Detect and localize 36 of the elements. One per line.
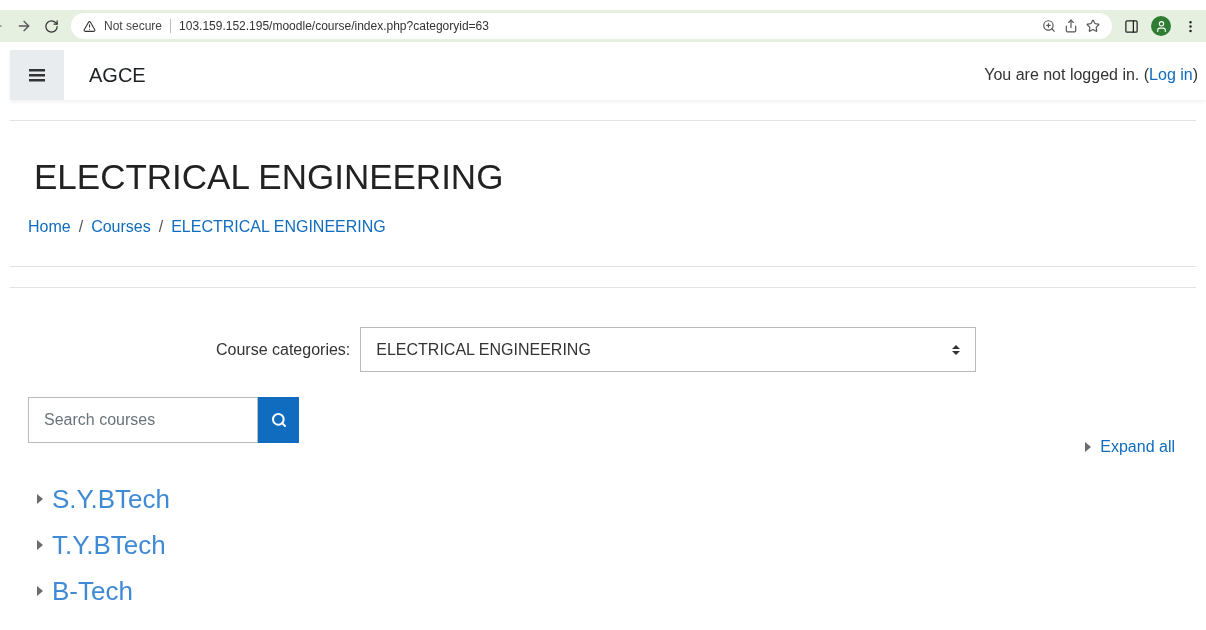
breadcrumb-link[interactable]: ELECTRICAL ENGINEERING bbox=[171, 215, 386, 239]
menu-button[interactable] bbox=[10, 50, 64, 100]
reload-icon[interactable] bbox=[44, 18, 59, 34]
address-bar[interactable]: Not secure 103.159.152.195/moodle/course/index.php?categoryid=63 bbox=[71, 13, 1112, 39]
search-button[interactable] bbox=[258, 397, 299, 443]
forward-icon[interactable] bbox=[16, 18, 32, 34]
collapsed-caret-icon bbox=[36, 585, 44, 597]
page-title: ELECTRICAL ENGINEERING bbox=[34, 159, 505, 194]
collapsed-caret-icon bbox=[36, 539, 44, 551]
breadcrumb-link[interactable]: Home bbox=[28, 215, 71, 239]
zoom-icon[interactable] bbox=[1042, 19, 1056, 33]
url-text: 103.159.152.195/moodle/course/index.php?categoryid=63 bbox=[179, 18, 489, 35]
collapsed-caret-icon bbox=[36, 493, 44, 505]
category-link[interactable]: T.Y.BTech bbox=[52, 525, 166, 565]
side-panel-icon[interactable] bbox=[1124, 18, 1139, 34]
select-arrows-icon bbox=[952, 343, 961, 356]
warning-icon bbox=[83, 19, 96, 33]
breadcrumb-separator: / bbox=[78, 217, 84, 237]
profile-avatar[interactable] bbox=[1151, 16, 1171, 36]
expand-all-link[interactable]: Expand all bbox=[1084, 435, 1175, 459]
search-field[interactable]: Search courses bbox=[28, 397, 258, 443]
star-icon[interactable] bbox=[1086, 19, 1100, 33]
collapsed-caret-icon bbox=[1084, 441, 1093, 453]
site-name[interactable]: AGCE bbox=[89, 60, 146, 90]
login-status: You are not logged in. (Log in) bbox=[984, 65, 1198, 85]
category-link[interactable]: S.Y.BTech bbox=[52, 479, 171, 519]
breadcrumb-link[interactable]: Courses bbox=[91, 215, 151, 239]
login-link[interactable]: Log in bbox=[1149, 66, 1193, 83]
search-icon bbox=[270, 412, 287, 428]
share-icon[interactable] bbox=[1064, 19, 1078, 33]
menu-icon bbox=[29, 68, 45, 82]
category-select[interactable]: ELECTRICAL ENGINEERING bbox=[360, 327, 977, 372]
security-label: Not secure bbox=[104, 18, 163, 35]
category-link[interactable]: B-Tech bbox=[52, 571, 133, 611]
breadcrumb-separator: / bbox=[158, 217, 164, 237]
category-label: Course categories: bbox=[216, 339, 351, 360]
